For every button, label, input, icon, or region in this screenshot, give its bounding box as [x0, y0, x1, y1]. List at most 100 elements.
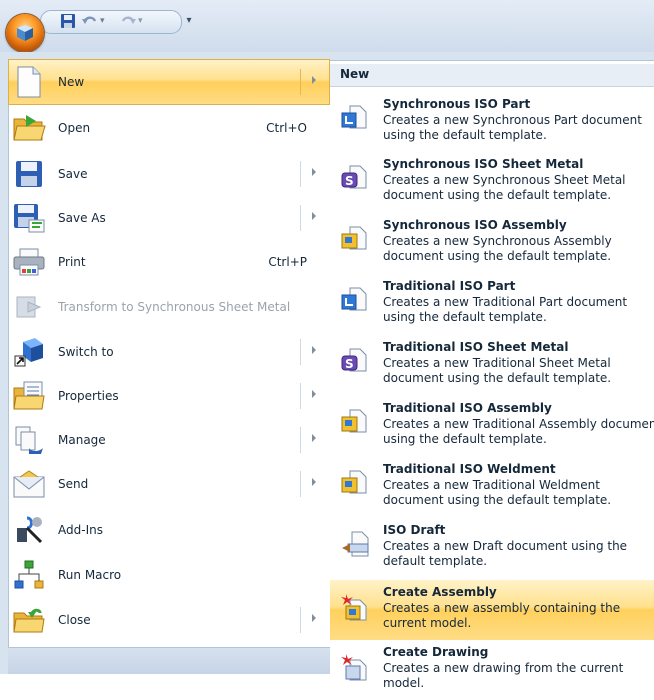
split-divider — [300, 607, 301, 633]
submenu-item-synchronous-iso-part[interactable]: Synchronous ISO Part Creates a new Synchr… — [330, 92, 654, 152]
menu-item-add-ins[interactable]: Add-Ins — [9, 508, 329, 552]
split-divider — [300, 161, 301, 187]
split-divider — [300, 383, 301, 409]
submenu-item-title: Create Assembly — [383, 585, 497, 599]
menu-item-label: Manage — [58, 433, 106, 447]
create-drawing-icon — [340, 652, 368, 681]
menu-item-label: Close — [58, 613, 91, 627]
properties-icon — [9, 376, 49, 416]
submenu-arrow-icon[interactable] — [312, 434, 316, 442]
send-envelope-icon — [9, 464, 49, 504]
svg-text:S: S — [345, 174, 354, 188]
undo-dropdown-icon[interactable]: ▾ — [100, 14, 108, 28]
submenu-item-description: Creates a new Traditional Part document … — [383, 295, 628, 324]
solid-edge-logo-icon — [17, 25, 33, 41]
menu-item-print[interactable]: Print Ctrl+P — [9, 240, 329, 284]
submenu-item-title: Traditional ISO Sheet Metal — [383, 340, 569, 354]
menu-item-transform-to-synchronous-sheet-metal: Transform to Synchronous Sheet Metal — [9, 285, 329, 329]
submenu-item-description: Creates a new assembly containing the cu… — [383, 601, 621, 630]
save-disk-icon — [9, 154, 49, 194]
application-button[interactable] — [6, 14, 44, 52]
menu-item-label: Switch to — [58, 345, 114, 359]
menu-item-new[interactable]: New — [8, 59, 330, 105]
menu-item-save[interactable]: Save — [9, 152, 329, 196]
redo-dropdown-icon[interactable]: ▾ — [138, 14, 146, 28]
sheet-metal-doc-icon: S — [340, 164, 368, 192]
submenu-item-description: Creates a new Traditional Sheet Metal do… — [383, 356, 612, 385]
submenu-item-create-assembly[interactable]: Create Assembly Creates a new assembly co… — [330, 580, 654, 640]
submenu-arrow-icon[interactable] — [312, 76, 316, 84]
close-folder-icon — [9, 600, 49, 640]
transform-icon — [9, 287, 49, 327]
shortcut-text: Ctrl+P — [268, 255, 307, 269]
submenu-item-title: Traditional ISO Part — [383, 279, 516, 293]
submenu-item-traditional-iso-sheet-metal[interactable]: S Traditional ISO Sheet Metal Creates a ne… — [330, 335, 654, 395]
open-folder-icon — [9, 108, 49, 148]
menu-item-label: Transform to Synchronous Sheet Metal — [58, 300, 291, 314]
menu-item-save-as[interactable]: Save As — [9, 196, 329, 240]
submenu-item-description: Creates a new Draft document using the d… — [383, 539, 628, 568]
menu-item-label: Run Macro — [58, 568, 122, 582]
menu-item-label: Save — [58, 167, 88, 181]
redo-icon[interactable] — [118, 12, 138, 30]
svg-text:S: S — [345, 357, 354, 371]
split-divider — [300, 427, 301, 453]
submenu-arrow-icon[interactable] — [312, 478, 316, 486]
menu-item-open[interactable]: Open Ctrl+O — [9, 106, 329, 150]
menu-item-label: New — [58, 75, 85, 89]
menu-item-run-macro[interactable]: Run Macro — [9, 553, 329, 597]
submenu-item-description: Creates a new Traditional Assembly docum… — [383, 417, 654, 446]
switch-to-icon — [9, 332, 49, 372]
customize-toolbar-icon[interactable]: ▾ — [182, 12, 196, 30]
run-macro-icon — [9, 555, 49, 595]
menu-item-label: Save As — [58, 211, 106, 225]
undo-icon[interactable] — [80, 12, 100, 30]
menu-item-label: Send — [58, 477, 89, 491]
submenu-item-traditional-iso-assembly[interactable]: Traditional ISO Assembly Creates a new Tr… — [330, 396, 654, 456]
menu-item-send[interactable]: Send — [9, 462, 329, 506]
menu-item-switch-to[interactable]: Switch to — [9, 330, 329, 374]
submenu-arrow-icon[interactable] — [312, 346, 316, 354]
split-divider — [300, 339, 301, 365]
submenu-item-iso-draft[interactable]: ISO Draft Creates a new Draft document us… — [330, 518, 654, 578]
menu-item-label: Properties — [58, 389, 119, 403]
add-ins-icon — [9, 510, 49, 550]
menu-item-label: Print — [58, 255, 86, 269]
part-doc-icon — [340, 104, 368, 132]
submenu-arrow-icon[interactable] — [312, 212, 316, 220]
submenu-header: New — [330, 64, 654, 87]
sheet-metal-doc-icon: S — [340, 347, 368, 375]
submenu-item-synchronous-iso-sheet-metal[interactable]: S Synchronous ISO Sheet Metal Creates a ne… — [330, 152, 654, 212]
submenu-item-title: Traditional ISO Weldment — [383, 462, 556, 476]
menu-item-close[interactable]: Close — [9, 598, 329, 642]
split-divider — [300, 471, 301, 497]
menu-item-label: Open — [58, 121, 91, 135]
shortcut-text: Ctrl+O — [266, 121, 307, 135]
assembly-doc-icon — [340, 225, 368, 253]
submenu-item-traditional-iso-weldment[interactable]: Traditional ISO Weldment Creates a new Tr… — [330, 457, 654, 517]
split-divider — [300, 205, 301, 231]
submenu-item-create-drawing[interactable]: Create Drawing Creates a new drawing from… — [330, 640, 654, 700]
part-doc-icon — [340, 286, 368, 314]
submenu-arrow-icon[interactable] — [312, 168, 316, 176]
submenu-title: New — [340, 67, 370, 81]
assembly-doc-icon — [340, 408, 368, 436]
menu-item-label: Add-Ins — [58, 523, 103, 537]
menu-item-properties[interactable]: Properties — [9, 374, 329, 418]
submenu-arrow-icon[interactable] — [312, 614, 316, 622]
menu-item-manage[interactable]: Manage — [9, 418, 329, 462]
submenu-item-synchronous-iso-assembly[interactable]: Synchronous ISO Assembly Creates a new Sy… — [330, 213, 654, 273]
create-assembly-icon — [340, 592, 368, 621]
submenu-item-description: Creates a new drawing from the current m… — [383, 661, 624, 690]
submenu-item-description: Creates a new Synchronous Sheet Metal do… — [383, 173, 626, 202]
submenu-item-description: Creates a new Synchronous Assembly docum… — [383, 234, 612, 263]
submenu-item-title: Traditional ISO Assembly — [383, 401, 552, 415]
menu-footer — [8, 648, 330, 674]
save-icon[interactable] — [58, 12, 78, 30]
save-as-icon — [9, 198, 49, 238]
split-divider — [300, 69, 301, 95]
submenu-item-traditional-iso-part[interactable]: Traditional ISO Part Creates a new Tradit… — [330, 274, 654, 334]
submenu-item-title: Synchronous ISO Part — [383, 97, 531, 111]
draft-doc-icon — [340, 530, 369, 558]
submenu-arrow-icon[interactable] — [312, 390, 316, 398]
